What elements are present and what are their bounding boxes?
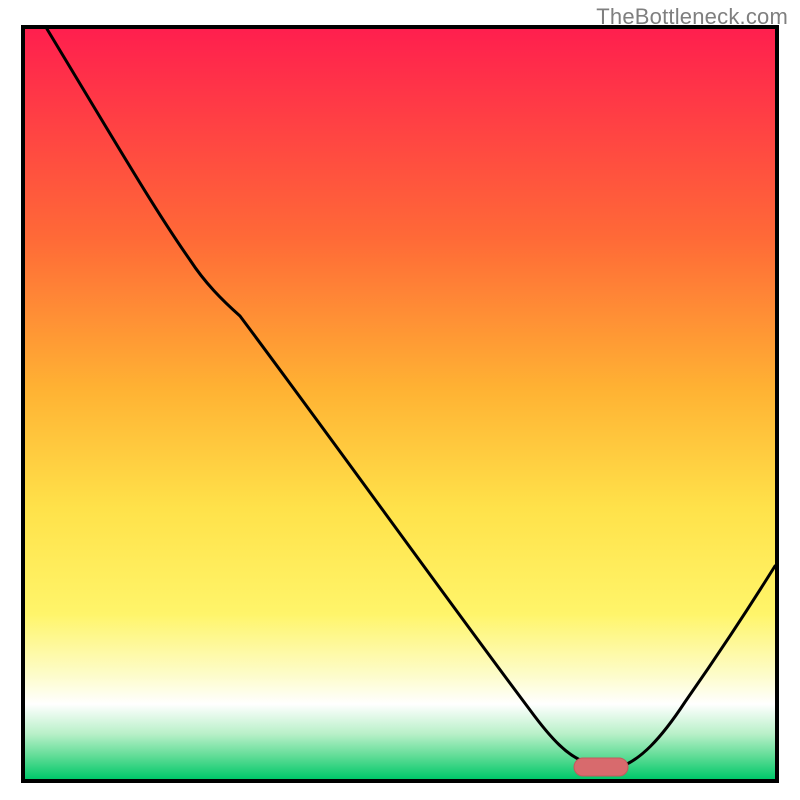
chart-container: TheBottleneck.com xyxy=(0,0,800,800)
optimal-marker xyxy=(574,758,628,776)
plot-background xyxy=(25,29,775,779)
watermark-text: TheBottleneck.com xyxy=(596,4,788,30)
bottleneck-gradient-chart xyxy=(0,0,800,800)
